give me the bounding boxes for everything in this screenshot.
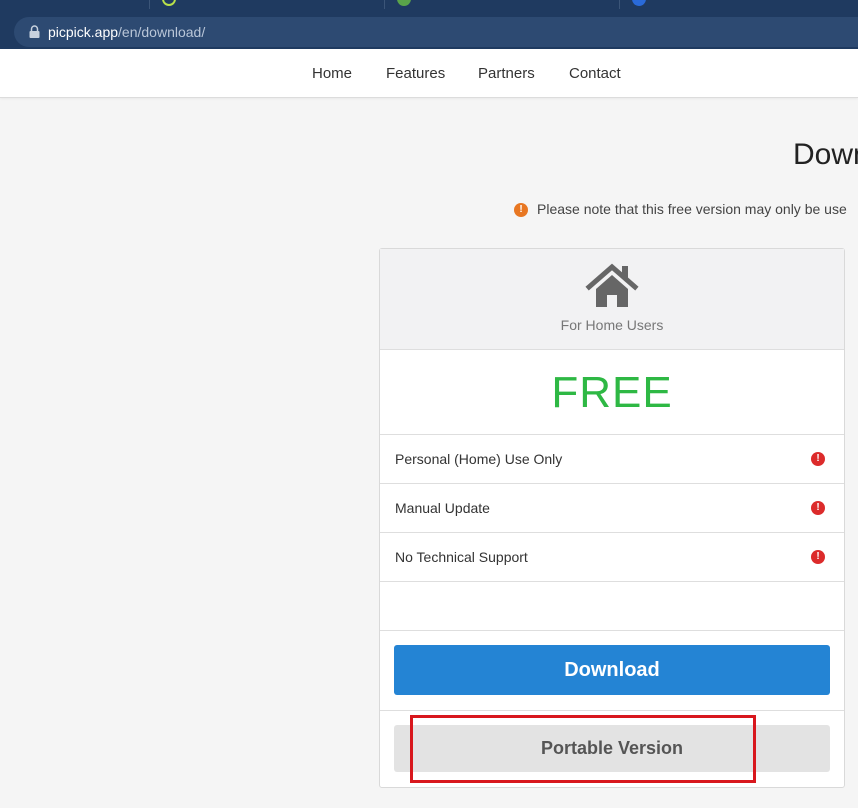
alert-icon: ! (811, 501, 825, 515)
nav-link-home[interactable]: Home (312, 65, 352, 82)
alert-icon: ! (811, 452, 825, 466)
info-icon: ! (514, 203, 528, 217)
nav-link-contact[interactable]: Contact (569, 65, 621, 82)
feature-item-empty (380, 582, 844, 631)
feature-item: Manual Update ! (380, 484, 844, 533)
page-title: Down (793, 138, 858, 171)
url-text: picpick.app/en/download/ (48, 23, 205, 41)
plan-price: FREE (551, 368, 673, 417)
browser-address-bar: picpick.app/en/download/ (0, 9, 858, 49)
alert-icon: ! (811, 550, 825, 564)
url-path: /en/download/ (118, 24, 206, 40)
home-users-plan-card: For Home Users FREE Personal (Home) Use … (379, 248, 845, 788)
plan-header: For Home Users (380, 249, 844, 350)
download-button[interactable]: Download (394, 645, 830, 695)
annotation-highlight-box (410, 715, 756, 783)
browser-tab[interactable] (385, 0, 620, 9)
nav-link-partners[interactable]: Partners (478, 65, 535, 82)
divider (380, 710, 844, 711)
lock-icon (29, 25, 40, 38)
nav-link-features[interactable]: Features (386, 65, 445, 82)
feature-item: Personal (Home) Use Only ! (380, 435, 844, 484)
browser-tab[interactable] (0, 0, 150, 9)
feature-item: No Technical Support ! (380, 533, 844, 582)
notice-text: Please note that this free version may o… (537, 201, 847, 217)
browser-tab[interactable] (620, 0, 858, 9)
url-field[interactable]: picpick.app/en/download/ (14, 17, 858, 47)
feature-text: Personal (Home) Use Only (395, 451, 563, 467)
feature-text: No Technical Support (395, 549, 528, 565)
browser-tab[interactable] (150, 0, 385, 9)
browser-tab-strip (0, 0, 858, 9)
site-navigation: Home Features Partners Contact (0, 49, 858, 98)
feature-text: Manual Update (395, 500, 490, 516)
home-icon (585, 263, 639, 307)
tab-favicon-icon (397, 0, 411, 6)
price-row: FREE (380, 350, 844, 435)
url-host: picpick.app (48, 24, 119, 40)
tab-favicon-icon (632, 0, 646, 6)
plan-label: For Home Users (560, 317, 664, 333)
tab-favicon-icon (162, 0, 176, 6)
